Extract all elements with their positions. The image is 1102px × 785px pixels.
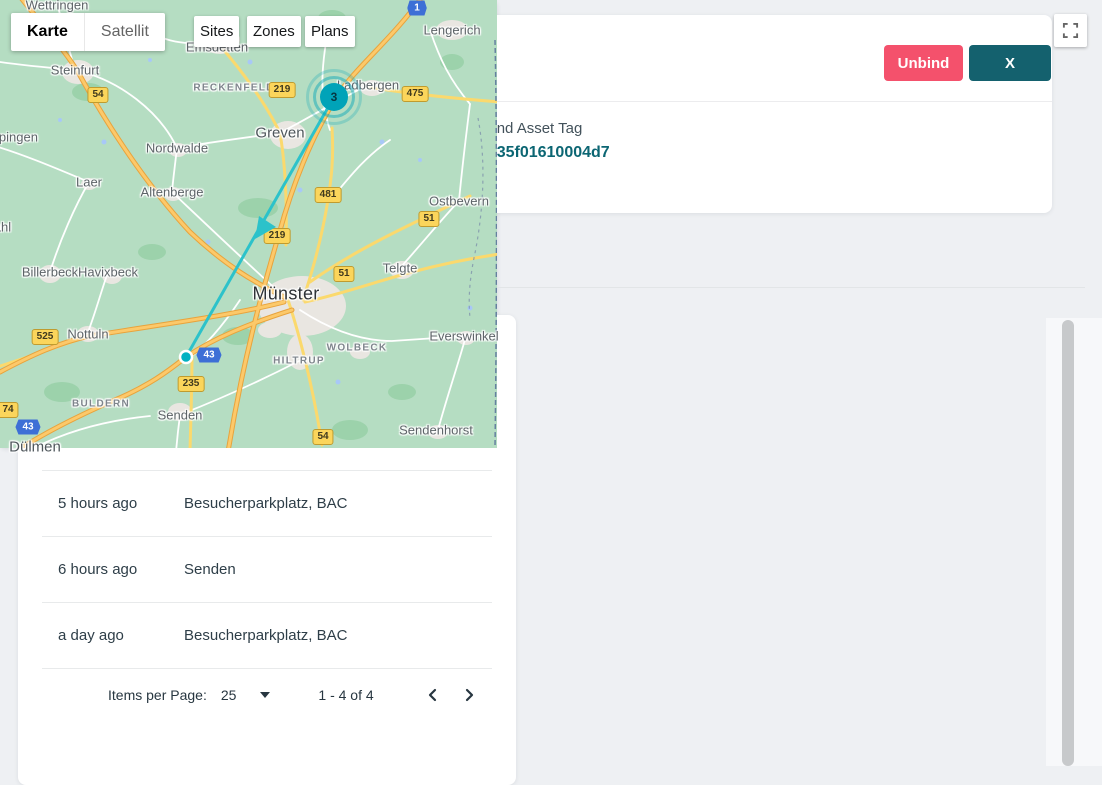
map-type-karte[interactable]: Karte bbox=[11, 13, 84, 51]
sites-layer-button[interactable]: Sites bbox=[194, 16, 239, 47]
cluster-count[interactable]: 3 bbox=[320, 83, 348, 111]
map-cluster-marker[interactable]: 3 bbox=[306, 69, 362, 125]
map-type-control: Karte Satellit bbox=[11, 13, 165, 51]
plans-layer-button[interactable]: Plans bbox=[305, 16, 355, 47]
journey-path-overlay bbox=[0, 0, 497, 448]
zones-layer-button[interactable]: Zones bbox=[247, 16, 301, 47]
map-type-satellit[interactable]: Satellit bbox=[84, 13, 165, 51]
journey-map[interactable]: WettringenSteinfurtEmsdettenLengerichREC… bbox=[0, 0, 497, 448]
journey-endpoint-marker[interactable] bbox=[180, 351, 192, 363]
